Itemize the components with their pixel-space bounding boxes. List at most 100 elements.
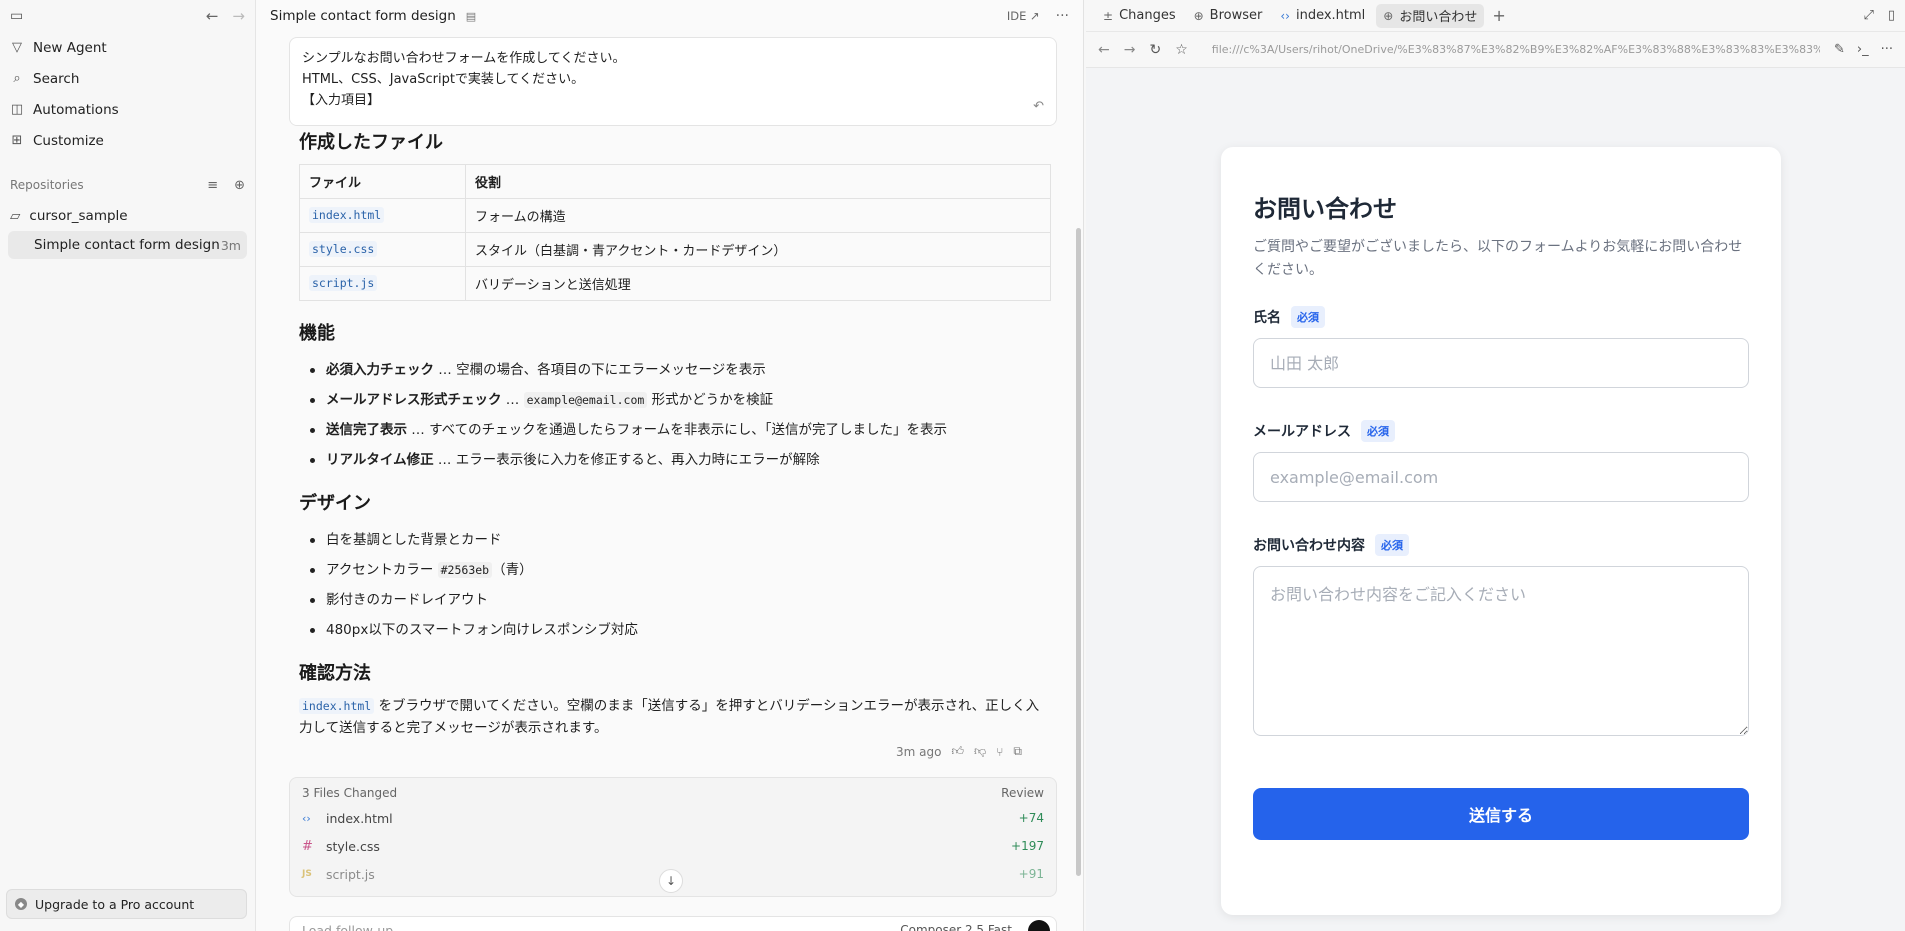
email-field: メールアドレス 必須 [1253,420,1749,502]
thumbs-down-icon[interactable]: 👎︎ [974,744,986,759]
design-text: 白を基調とした背景とカード [326,532,502,548]
forward-icon[interactable]: → [1124,42,1136,58]
required-badge: 必須 [1361,420,1395,442]
file-code: index.html [309,207,385,223]
back-icon[interactable]: ← [1098,42,1110,58]
name-label: 氏名 [1253,310,1281,326]
send-button[interactable] [1028,920,1050,931]
chat-panel: Simple contact form design ▤ IDE ↗ ··· シ… [256,0,1084,931]
sidebar-item-customize[interactable]: ⊞ Customize [0,125,255,156]
list-item: 480px以下のスマートフォン向けレスポンシブ対応 [299,615,1051,645]
arrow-down-icon: ↓ [665,874,677,888]
repo-item[interactable]: ▱ cursor_sample [0,200,255,231]
message-actions: 3m ago 👍︎ 👎︎ ⑂ ⧉ [896,744,1022,759]
search-icon: ⌕ [13,71,21,86]
submit-button[interactable]: 送信する [1253,788,1749,840]
js-file-icon: JS [302,869,312,879]
changed-file-row[interactable]: # style.css +197 [302,832,1044,860]
filter-icon[interactable]: ≡ [207,178,218,193]
tab-contact-page[interactable]: ⊕ お問い合わせ [1376,3,1485,28]
sidebar-item-automations[interactable]: ◫ Automations [0,94,255,125]
terminal-icon[interactable]: ›_ [1857,42,1869,57]
picker-icon[interactable]: ✎ [1834,42,1845,57]
heading-design: デザイン [299,493,371,514]
sidebar-item-label: Automations [33,101,119,118]
sidebar-item-search[interactable]: ⌕ Search [0,63,255,94]
file-code: style.css [309,241,378,257]
design-text: アクセントカラー [326,562,438,578]
copy-icon[interactable]: ⧉ [1013,744,1022,759]
changed-file-row[interactable]: ‹› index.html +74 [302,804,1044,832]
chat-title: Simple contact form design [270,8,456,24]
heading-files: 作成したファイル [299,132,443,153]
star-icon[interactable]: ☆ [1175,42,1188,58]
sidebar-item-label: Search [33,70,80,87]
upgrade-button[interactable]: ◆ Upgrade to a Pro account [6,889,247,919]
sidebar-item-label: Customize [33,132,104,149]
chat-header: Simple contact form design ▤ IDE ↗ ··· [256,0,1083,32]
message-textarea[interactable] [1253,566,1749,736]
tab-changes[interactable]: ± Changes [1096,4,1183,28]
tab-bar: ± Changes ⊕ Browser ‹› index.html ⊕ お問い合… [1086,0,1905,32]
feature-text: 形式かどうかを検証 [647,392,774,408]
browser-panel: ± Changes ⊕ Browser ‹› index.html ⊕ お問い合… [1086,0,1905,931]
thumbs-up-icon[interactable]: 👍︎ [951,744,964,759]
feature-title: 必須入力チェック [326,362,434,378]
table-row: style.css スタイル（白基調・青アクセント・カードデザイン） [299,232,1051,267]
list-item: 影付きのカードレイアウト [299,585,1051,615]
message-label: お問い合わせ内容 [1253,538,1365,554]
tab-index-html[interactable]: ‹› index.html [1273,4,1372,28]
review-button[interactable]: Review [1001,786,1044,804]
panel-toggle-icon[interactable]: ▯ [1888,8,1895,23]
repositories-header: Repositories ≡ ⊕ [0,170,255,200]
table-header: 役割 [465,164,1051,199]
tab-label: Browser [1209,8,1263,23]
sidebar-toggle-icon[interactable]: ▭ [10,8,23,24]
list-item: リアルタイム修正 … エラー表示後に入力を修正すると、再入力時にエラーが解除 [299,445,1051,475]
name-input[interactable] [1253,338,1749,388]
followup-input[interactable]: Load follow-up Composer 2.5 Fast [289,916,1057,931]
forward-arrow-icon[interactable]: → [232,7,245,25]
url-bar: ← → ↻ ☆ file:///c%3A/Users/rihot/OneDriv… [1086,32,1905,68]
email-label: メールアドレス [1253,424,1351,440]
prompt-line: HTML、CSS、JavaScriptで実装してください。 [302,72,585,87]
scroll-down-button[interactable]: ↓ [659,869,683,893]
new-folder-icon[interactable]: ⊕ [234,178,245,193]
form-description: ご質問やご要望がございましたら、以下のフォームよりお気軽にお問い合わせください。 [1253,239,1743,278]
repositories-label: Repositories [10,178,84,192]
list-item: 送信完了表示 … すべてのチェックを通過したらフォームを非表示にし、「送信が完了… [299,415,1051,445]
table-cell-role: バリデーションと送信処理 [465,266,1051,301]
more-icon[interactable]: ··· [1056,8,1069,24]
file-code: script.js [309,275,378,291]
chat-item[interactable]: Simple contact form design 3m [8,231,247,259]
user-prompt[interactable]: シンプルなお問い合わせフォームを作成してください。 HTML、CSS、JavaS… [289,37,1057,126]
globe-icon: ⊕ [1383,8,1394,23]
expand-icon[interactable]: ⤢ [1863,8,1873,23]
feature-title: リアルタイム修正 [326,452,434,468]
changes-count: 3 Files Changed [302,786,398,800]
diff-count: +197 [1011,839,1044,853]
tab-browser[interactable]: ⊕ Browser [1187,4,1270,28]
diff-count: +74 [1018,811,1044,825]
archive-icon[interactable]: ▤ [466,10,476,23]
prompt-line: シンプルなお問い合わせフォームを作成してください。 [302,51,626,66]
fork-icon[interactable]: ⑂ [996,745,1003,759]
chat-scrollbar[interactable] [1076,228,1081,876]
model-selector[interactable]: Composer 2.5 Fast [900,923,1012,931]
browser-more-icon[interactable]: ··· [1881,42,1893,57]
table-cell-role: スタイル（白基調・青アクセント・カードデザイン） [465,232,1051,267]
table-row: script.js バリデーションと送信処理 [299,266,1051,301]
upgrade-label: Upgrade to a Pro account [35,896,195,912]
new-tab-icon[interactable]: + [1492,6,1505,25]
table-header-row: ファイル 役割 [299,164,1051,199]
contact-form-card: お問い合わせ ご質問やご要望がございましたら、以下のフォームよりお気軽にお問い合… [1221,147,1781,915]
undo-icon[interactable]: ↶ [1033,96,1044,117]
heading-features: 機能 [299,323,335,344]
url-input[interactable]: file:///c%3A/Users/rihot/OneDrive/%E3%83… [1212,43,1820,56]
email-input[interactable] [1253,452,1749,502]
back-arrow-icon[interactable]: ← [206,7,219,25]
reload-icon[interactable]: ↻ [1149,42,1161,58]
sidebar-item-new-agent[interactable]: ▽ New Agent [0,32,255,63]
ide-button[interactable]: IDE ↗ [1007,9,1040,23]
customize-icon: ⊞ [11,133,23,148]
